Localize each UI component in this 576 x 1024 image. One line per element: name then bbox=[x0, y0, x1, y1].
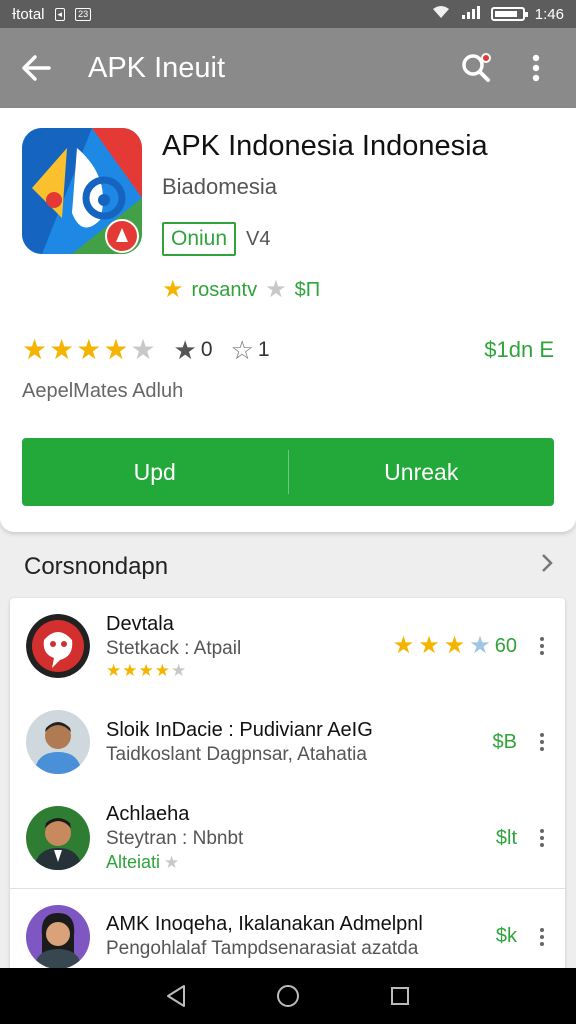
list-item[interactable]: Achlaeha Steytran : Nbnbt Alteiati ★ $lt bbox=[10, 790, 565, 886]
star-icon: ★ bbox=[173, 335, 197, 365]
app-title: APK Indonesia Indonesia bbox=[162, 130, 488, 162]
list-item-price: 60 bbox=[494, 634, 517, 657]
list-item-name: Achlaeha bbox=[106, 803, 190, 825]
clock: 1:46 bbox=[534, 5, 564, 23]
avatar bbox=[26, 614, 90, 678]
update-button[interactable]: Upd bbox=[22, 438, 288, 506]
notification-icon: ◂ bbox=[54, 7, 66, 21]
stat-value: 0 bbox=[200, 338, 213, 361]
star-outline-icon: ☆ bbox=[230, 335, 254, 365]
section-title: Corsnondapn bbox=[24, 552, 169, 580]
stat-value: 1 bbox=[257, 338, 270, 361]
more-vert-icon[interactable] bbox=[531, 927, 553, 946]
list-item-extra: Alteiati bbox=[106, 852, 161, 872]
app-logo-icon bbox=[22, 128, 142, 254]
list-item-name: Sloik InDacie : Pudivianr AeIG bbox=[106, 718, 373, 741]
list-item-name: Devtala bbox=[106, 613, 174, 635]
category-tag[interactable]: Oniun bbox=[162, 222, 237, 256]
status-bar: Ɨtotal ◂ 23 1:46 bbox=[0, 0, 576, 28]
star-icon: ★ bbox=[138, 661, 154, 680]
list-item-body: Achlaeha Steytran : Nbnbt Alteiati ★ bbox=[106, 803, 496, 873]
nav-recents-icon[interactable] bbox=[380, 976, 420, 1016]
list-item-right: ★ ★ ★ ★ 60 bbox=[393, 634, 553, 658]
app-bar-title: APK Ineuit bbox=[88, 51, 226, 84]
carrier-label: Ɨtotal bbox=[12, 5, 45, 23]
more-vert-icon[interactable] bbox=[531, 829, 553, 847]
battery-icon bbox=[490, 7, 528, 21]
list-item-sub: Steytran : Nbnbt bbox=[106, 828, 244, 849]
list-item-stars: ★ ★ ★ ★ ★ bbox=[106, 662, 393, 679]
promo-text: rosantv bbox=[191, 278, 258, 301]
star-icon: ★ bbox=[392, 632, 415, 659]
star-icon: ★ bbox=[76, 334, 102, 365]
list-item-price: $B bbox=[492, 730, 517, 753]
star-icon: ★ bbox=[443, 632, 466, 659]
list-item-price: $k bbox=[495, 925, 517, 947]
more-vert-icon[interactable] bbox=[514, 46, 558, 90]
stat-outline: ☆ 1 bbox=[231, 337, 270, 363]
list-item-sub: Pengohlalaf Tampdsenarasiat azatda bbox=[106, 938, 419, 959]
star-icon: ★ bbox=[164, 853, 180, 872]
notification-dot bbox=[481, 53, 491, 63]
promo-price: $Π bbox=[294, 278, 321, 301]
status-box-icon: 23 bbox=[75, 7, 92, 21]
list-item-price: $lt bbox=[495, 826, 517, 849]
more-vert-icon[interactable] bbox=[531, 733, 553, 751]
related-apps-list: Devtala Stetkack : Atpail ★ ★ ★ ★ ★ ★ ★ … bbox=[10, 598, 565, 973]
list-item-sub: Taidkoslant Dagpnsar, Atahatia bbox=[106, 743, 367, 765]
star-icon: ★ bbox=[171, 661, 187, 680]
app-bar: APK Ineuit bbox=[0, 28, 576, 108]
back-arrow-icon[interactable] bbox=[18, 50, 54, 86]
tag-row: Oniun V4 bbox=[162, 222, 271, 256]
nav-home-icon[interactable] bbox=[268, 976, 308, 1016]
star-icon: ★ bbox=[162, 276, 184, 303]
list-item-body: Sloik InDacie : Pudivianr AeIG Taidkosla… bbox=[106, 719, 493, 766]
system-nav-bar bbox=[0, 968, 576, 1024]
list-item-body: AMK Inoqeha, Ikalanakan Admelpnl Pengohl… bbox=[106, 913, 496, 960]
nav-back-icon[interactable] bbox=[156, 976, 196, 1016]
star-icon: ★ bbox=[265, 276, 287, 303]
list-item-stars: Alteiati ★ bbox=[106, 852, 496, 873]
list-item-right: $lt bbox=[496, 827, 553, 850]
app-detail-card: APK Indonesia Indonesia Biadomesia Oniun… bbox=[0, 108, 576, 532]
developer-name[interactable]: Biadomesia bbox=[162, 174, 277, 200]
list-item-name: AMK Inoqeha, Ikalanakan Admelpnl bbox=[106, 913, 423, 935]
list-item[interactable]: Sloik InDacie : Pudivianr AeIG Taidkosla… bbox=[10, 694, 565, 790]
more-vert-icon[interactable] bbox=[531, 637, 553, 655]
star-icon: ★ bbox=[154, 661, 170, 680]
avatar bbox=[26, 904, 90, 969]
avatar bbox=[26, 806, 90, 870]
list-item-sub: Stetkack : Atpail bbox=[106, 638, 242, 659]
list-item[interactable]: Devtala Stetkack : Atpail ★ ★ ★ ★ ★ ★ ★ … bbox=[10, 598, 565, 694]
star-icon: ★ bbox=[469, 632, 491, 659]
stat-filled: ★ 0 bbox=[174, 337, 213, 363]
chevron-right-icon[interactable] bbox=[540, 552, 554, 581]
promo-row: ★ rosantv ★ $Π bbox=[162, 278, 320, 302]
list-item-body: Devtala Stetkack : Atpail ★ ★ ★ ★ ★ bbox=[106, 613, 393, 679]
star-icon: ★ bbox=[106, 661, 122, 680]
install-button-group: Upd Unreak bbox=[22, 438, 554, 506]
search-icon[interactable] bbox=[454, 46, 498, 90]
meta-line: AepelMates Adluh bbox=[22, 380, 184, 402]
version-label: V4 bbox=[246, 227, 271, 250]
star-icon: ★ bbox=[22, 334, 48, 365]
uninstall-button[interactable]: Unreak bbox=[289, 438, 555, 506]
wifi-icon bbox=[431, 4, 451, 24]
list-item[interactable]: AMK Inoqeha, Ikalanakan Admelpnl Pengohl… bbox=[10, 888, 565, 973]
star-half-icon: ★ bbox=[130, 334, 156, 365]
star-icon: ★ bbox=[122, 661, 138, 680]
section-header[interactable]: Corsnondapn bbox=[24, 552, 554, 581]
signal-icon bbox=[461, 4, 481, 24]
avatar bbox=[26, 710, 90, 774]
list-item-right: $k bbox=[496, 925, 553, 948]
star-icon: ★ bbox=[49, 334, 75, 365]
star-icon: ★ bbox=[418, 632, 440, 659]
app-size: $1dn E bbox=[484, 337, 554, 362]
rating-row: ★ ★ ★ ★ ★ ★ 0 ☆ 1 $1dn E bbox=[22, 336, 554, 364]
star-icon: ★ bbox=[103, 334, 129, 365]
list-item-right: $B bbox=[493, 731, 553, 754]
rating-stars: ★ ★ ★ ★ ★ bbox=[22, 336, 156, 364]
